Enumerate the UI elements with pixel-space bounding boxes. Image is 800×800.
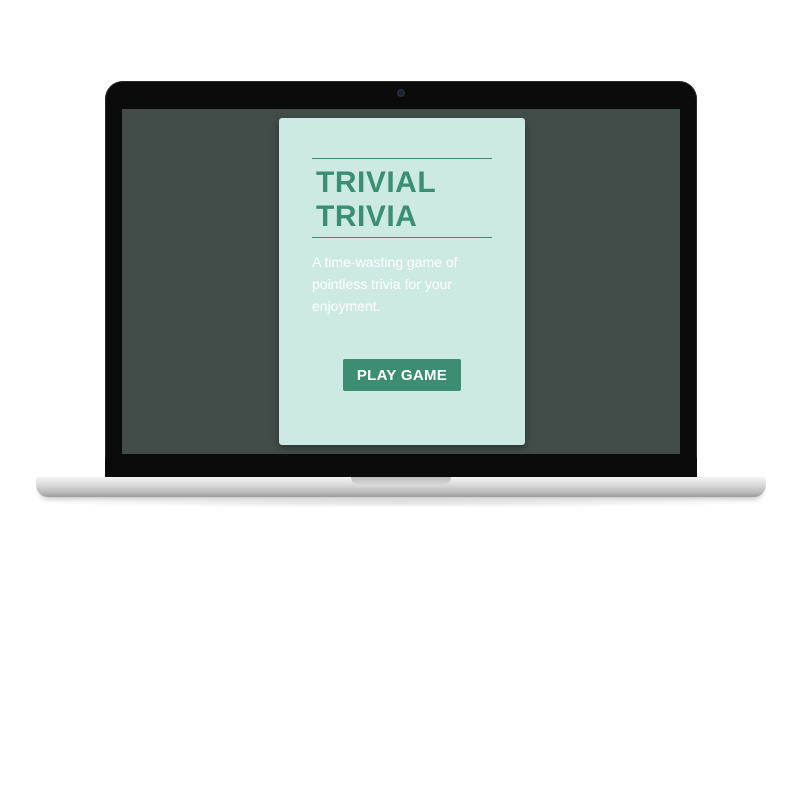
play-game-button[interactable]: PLAY GAME <box>343 359 461 391</box>
title-divider-bottom <box>312 237 492 238</box>
title-divider-top <box>312 158 492 159</box>
laptop-screen: TRIVIAL TRIVIA A time-wasting game of po… <box>122 109 680 454</box>
laptop-shadow <box>60 498 740 508</box>
game-title-line-1: TRIVIAL <box>316 166 437 199</box>
game-tagline: A time-wasting game of pointless trivia … <box>312 254 458 314</box>
game-title-line-2: TRIVIA <box>316 200 418 233</box>
laptop-bezel-bottom <box>105 458 697 478</box>
camera-icon <box>397 89 405 97</box>
game-intro-card: TRIVIAL TRIVIA A time-wasting game of po… <box>279 118 525 445</box>
laptop-base-notch <box>351 477 451 485</box>
game-title: TRIVIAL TRIVIA <box>316 166 506 234</box>
laptop-mockup: TRIVIAL TRIVIA A time-wasting game of po… <box>0 0 800 800</box>
